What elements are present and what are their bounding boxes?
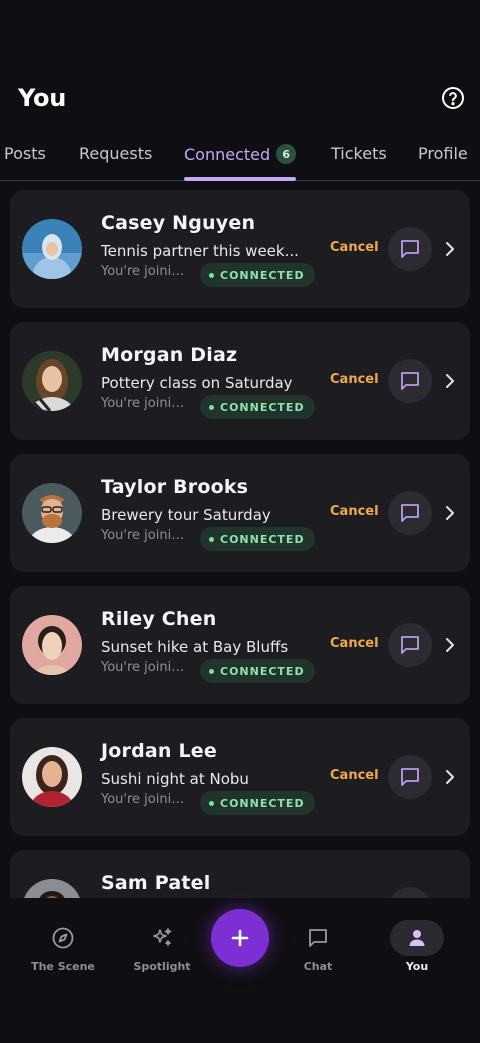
status-label: CONNECTED [220, 796, 305, 810]
chevron-right-icon[interactable] [442, 767, 458, 787]
cancel-button[interactable]: Cancel [330, 372, 379, 387]
chevron-right-icon[interactable] [442, 503, 458, 523]
connection-card[interactable]: Jordan Lee Sushi night at Nobu You're jo… [10, 718, 470, 836]
cancel-button[interactable]: Cancel [330, 504, 379, 519]
status-label: CONNECTED [220, 664, 305, 678]
status-label: CONNECTED [220, 268, 305, 282]
tab-requests[interactable]: Requests [79, 144, 152, 163]
nav-label: You [405, 960, 429, 973]
message-button[interactable] [388, 623, 432, 667]
bottom-nav: The Scene Spotlight Chat You [0, 898, 480, 1043]
avatar [22, 483, 82, 543]
plan-meta: You're joinin... [101, 264, 191, 279]
chat-icon [401, 240, 419, 258]
status-badge: CONNECTED [200, 395, 315, 419]
tab-label: Posts [4, 144, 46, 163]
chat-icon [296, 920, 340, 956]
status-badge: CONNECTED [200, 527, 315, 551]
plan-title: Brewery tour Saturday [101, 506, 271, 524]
chat-icon [401, 636, 419, 654]
plus-icon [231, 929, 249, 947]
connection-card[interactable]: Casey Nguyen Tennis partner this week...… [10, 190, 470, 308]
cancel-button[interactable]: Cancel [330, 636, 379, 651]
nav-the-scene[interactable]: The Scene [15, 920, 111, 973]
tab-label: Requests [79, 144, 153, 163]
active-tab-indicator [184, 177, 296, 181]
tab-profile[interactable]: Profile [418, 144, 468, 163]
status-dot [209, 536, 214, 542]
cancel-button[interactable]: Cancel [330, 768, 379, 783]
tab-posts[interactable]: Posts [4, 144, 46, 163]
avatar [22, 219, 82, 279]
chevron-right-icon[interactable] [442, 371, 458, 391]
message-button[interactable] [388, 755, 432, 799]
status-dot [209, 800, 214, 806]
avatar [22, 351, 82, 411]
contact-name: Riley Chen [101, 608, 217, 630]
plan-meta: You're joinin... [101, 396, 191, 411]
plan-meta: You're joinin... [101, 528, 191, 543]
contact-name: Jordan Lee [101, 740, 217, 762]
tab-label: Tickets [331, 144, 387, 163]
plan-title: Sushi night at Nobu [101, 770, 249, 788]
person-icon [390, 920, 444, 956]
plan-title: Sunset hike at Bay Bluffs [101, 638, 289, 656]
status-dot [209, 668, 214, 674]
tab-tickets[interactable]: Tickets [331, 144, 387, 163]
chat-icon [401, 372, 419, 390]
create-button[interactable] [211, 909, 269, 967]
avatar [22, 747, 82, 807]
compass-icon [41, 920, 85, 956]
nav-spotlight[interactable]: Spotlight [114, 920, 210, 973]
connection-card[interactable]: Sam Patel [10, 850, 470, 898]
connection-card[interactable]: Riley Chen Sunset hike at Bay Bluffs You… [10, 586, 470, 704]
count-badge: 6 [276, 144, 297, 164]
chat-icon [401, 504, 419, 522]
chevron-right-icon[interactable] [442, 239, 458, 259]
tab-bar: Posts Requests Connected 6 Tickets Profi… [0, 138, 480, 181]
page-title: You [18, 84, 67, 112]
connection-list[interactable]: Casey Nguyen Tennis partner this week...… [0, 190, 480, 898]
plan-meta: You're joinin... [101, 660, 191, 675]
message-button[interactable] [388, 887, 432, 898]
status-badge: CONNECTED [200, 791, 315, 815]
message-button[interactable] [388, 227, 432, 271]
contact-name: Taylor Brooks [101, 476, 249, 498]
tab-label: Connected [184, 144, 271, 164]
nav-label: Chat [303, 960, 333, 973]
cancel-button[interactable]: Cancel [330, 240, 379, 255]
status-dot [209, 272, 214, 278]
plan-title: Tennis partner this week... [101, 242, 299, 260]
chevron-right-icon[interactable] [442, 635, 458, 655]
message-button[interactable] [388, 491, 432, 535]
status-label: CONNECTED [220, 400, 305, 414]
connection-card[interactable]: Taylor Brooks Brewery tour Saturday You'… [10, 454, 470, 572]
connection-card[interactable]: Morgan Diaz Pottery class on Saturday Yo… [10, 322, 470, 440]
status-label: CONNECTED [220, 532, 305, 546]
nav-label: Spotlight [133, 960, 191, 973]
avatar [22, 879, 82, 898]
plan-title: Pottery class on Saturday [101, 374, 293, 392]
avatar [22, 615, 82, 675]
nav-you[interactable]: You [369, 920, 465, 973]
tab-connected[interactable]: Connected 6 [184, 144, 297, 164]
sparkles-icon [140, 920, 184, 956]
nav-label: The Scene [31, 960, 95, 973]
contact-name: Casey Nguyen [101, 212, 256, 234]
status-badge: CONNECTED [200, 659, 315, 683]
help-circle-icon[interactable] [440, 85, 466, 111]
chat-icon [401, 768, 419, 786]
header: You [18, 80, 466, 116]
contact-name: Sam Patel [101, 872, 211, 894]
plan-meta: You're joinin... [101, 792, 191, 807]
message-button[interactable] [388, 359, 432, 403]
status-badge: CONNECTED [200, 263, 315, 287]
contact-name: Morgan Diaz [101, 344, 238, 366]
nav-chat[interactable]: Chat [270, 920, 366, 973]
status-dot [209, 404, 214, 410]
tab-label: Profile [418, 144, 468, 163]
